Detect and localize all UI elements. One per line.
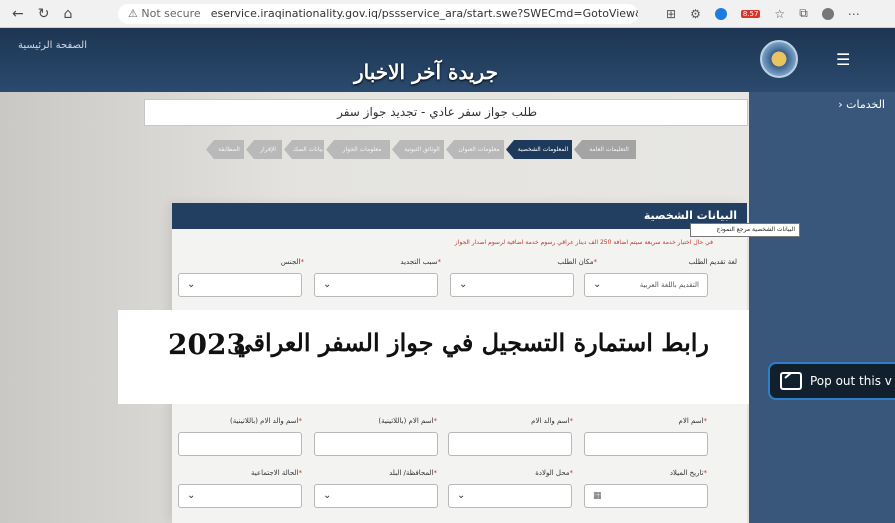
province-select[interactable]: ⌄	[314, 484, 438, 508]
mother-name-field[interactable]	[584, 432, 708, 456]
extension-icon[interactable]: ⚙	[690, 7, 701, 21]
overlay-banner: رابط استمارة التسجيل في جواز السفر العرا…	[118, 310, 749, 404]
chevron-down-icon: ⌄	[457, 490, 466, 501]
ministry-logo	[760, 40, 798, 78]
read-aloud-icon[interactable]: ⊞	[666, 7, 676, 21]
wizard-step[interactable]: بيانات الصك	[284, 140, 324, 159]
reason-select[interactable]: ⌄	[314, 273, 438, 297]
chevron-down-icon: ⌄	[323, 279, 332, 290]
favorites-icon[interactable]: ☆	[774, 7, 785, 21]
mother-father-label: اسم والد الام*	[531, 417, 573, 425]
wizard-step[interactable]: معلومات الجواز السابق	[326, 140, 390, 159]
popout-icon	[780, 372, 802, 390]
province-label: المحافظة/ البلد*	[389, 469, 437, 477]
more-icon[interactable]: ⋯	[848, 7, 860, 21]
service-title: طلب جواز سفر عادي - تجديد جواز سفر	[144, 99, 748, 126]
chevron-down-icon: ⌄	[187, 279, 196, 290]
tooltip: البيانات الشخصية مرجع النموذج	[690, 223, 800, 237]
hamburger-icon[interactable]: ☰	[836, 50, 850, 69]
edge-extension-icon[interactable]	[714, 7, 727, 20]
gender-label: الجنس*	[280, 258, 304, 266]
wizard-step[interactable]: المعلومات الشخصية	[506, 140, 572, 159]
sidebar-item-services[interactable]: › الخدمات	[838, 98, 885, 111]
reason-label: سبب التجديد*	[400, 258, 441, 266]
address-bar[interactable]: ⚠ Not secure eservice.iraqinationality.g…	[118, 3, 638, 24]
back-icon[interactable]: ←	[12, 6, 24, 22]
profile-icon[interactable]	[821, 7, 834, 20]
place-select[interactable]: ⌄	[450, 273, 574, 297]
mother-name-label: اسم الام*	[678, 417, 707, 425]
overlay-year: 2023	[168, 328, 246, 361]
wizard-step[interactable]: معلومات العنوان	[446, 140, 504, 159]
mother-latin-field[interactable]	[314, 432, 438, 456]
chevron-down-icon: ⌄	[187, 490, 196, 501]
wizard-step[interactable]: الوثائق الثبوتية	[392, 140, 444, 159]
section-title: البيانات الشخصية	[172, 203, 747, 229]
browser-toolbar: ← ↻ ⌂ ⚠ Not secure eservice.iraqinationa…	[0, 0, 895, 28]
wizard-steps: التعليمات العامة المعلومات الشخصية معلومات…	[206, 140, 636, 160]
home-icon[interactable]: ⌂	[63, 6, 72, 22]
chevron-down-icon: ⌄	[323, 490, 332, 501]
main-content: طلب جواز سفر عادي - تجديد جواز سفر التعل…	[0, 92, 800, 523]
language-label: لغة تقديم الطلب	[688, 258, 738, 266]
wizard-step[interactable]: الإقرار	[246, 140, 282, 159]
birth-place-select[interactable]: ⌄	[448, 484, 572, 508]
services-sidebar: › الخدمات	[749, 92, 895, 523]
chevron-down-icon: ⌄	[593, 279, 602, 290]
mother-latin-label: اسم الام (باللاتينية)*	[378, 417, 437, 425]
brand-banner: جريدة آخر الاخبار	[354, 60, 498, 84]
marital-select[interactable]: ⌄	[178, 484, 302, 508]
service-warning: في حال اختيار خدمة سريعة سيتم اضافة 250 …	[454, 239, 713, 246]
mother-father-latin-label: اسم والد الام (باللاتينية)*	[230, 417, 302, 425]
browser-tools: ⊞ ⚙ 8.57 ☆ ⧉ ⋯	[666, 6, 860, 21]
birth-date-field[interactable]: ▦	[584, 484, 708, 508]
collections-icon[interactable]: ⧉	[799, 6, 808, 21]
popout-video-button[interactable]: Pop out this v	[768, 362, 895, 400]
site-header: الصفحة الرئيسية جريدة آخر الاخبار ☰	[0, 28, 895, 92]
marital-label: الحالة الاجتماعية*	[251, 469, 302, 477]
birth-place-label: محل الولادة*	[535, 469, 573, 477]
birth-date-label: تاريخ الميلاد*	[669, 469, 707, 477]
extension-badge[interactable]: 8.57	[740, 9, 761, 18]
mother-father-latin-field[interactable]	[178, 432, 302, 456]
home-link[interactable]: الصفحة الرئيسية	[18, 40, 87, 51]
url-text: eservice.iraqinationality.gov.iq/pssserv…	[210, 7, 638, 20]
browser-nav: ← ↻ ⌂	[0, 6, 118, 22]
calendar-icon[interactable]: ▦	[593, 485, 602, 507]
reload-icon[interactable]: ↻	[38, 6, 50, 22]
place-label: مكان الطلب*	[557, 258, 597, 266]
popout-label: Pop out this v	[810, 374, 892, 388]
chevron-down-icon: ⌄	[459, 279, 468, 290]
security-indicator[interactable]: ⚠ Not secure	[128, 7, 201, 20]
wizard-step[interactable]: التعليمات العامة	[574, 140, 636, 159]
mother-father-field[interactable]	[448, 432, 572, 456]
language-select[interactable]: ⌄ التقديم باللغة العربية	[584, 273, 708, 297]
overlay-headline: رابط استمارة التسجيل في جواز السفر العرا…	[233, 328, 709, 357]
gender-select[interactable]: ⌄	[178, 273, 302, 297]
wizard-step[interactable]: المطابقة	[206, 140, 244, 159]
